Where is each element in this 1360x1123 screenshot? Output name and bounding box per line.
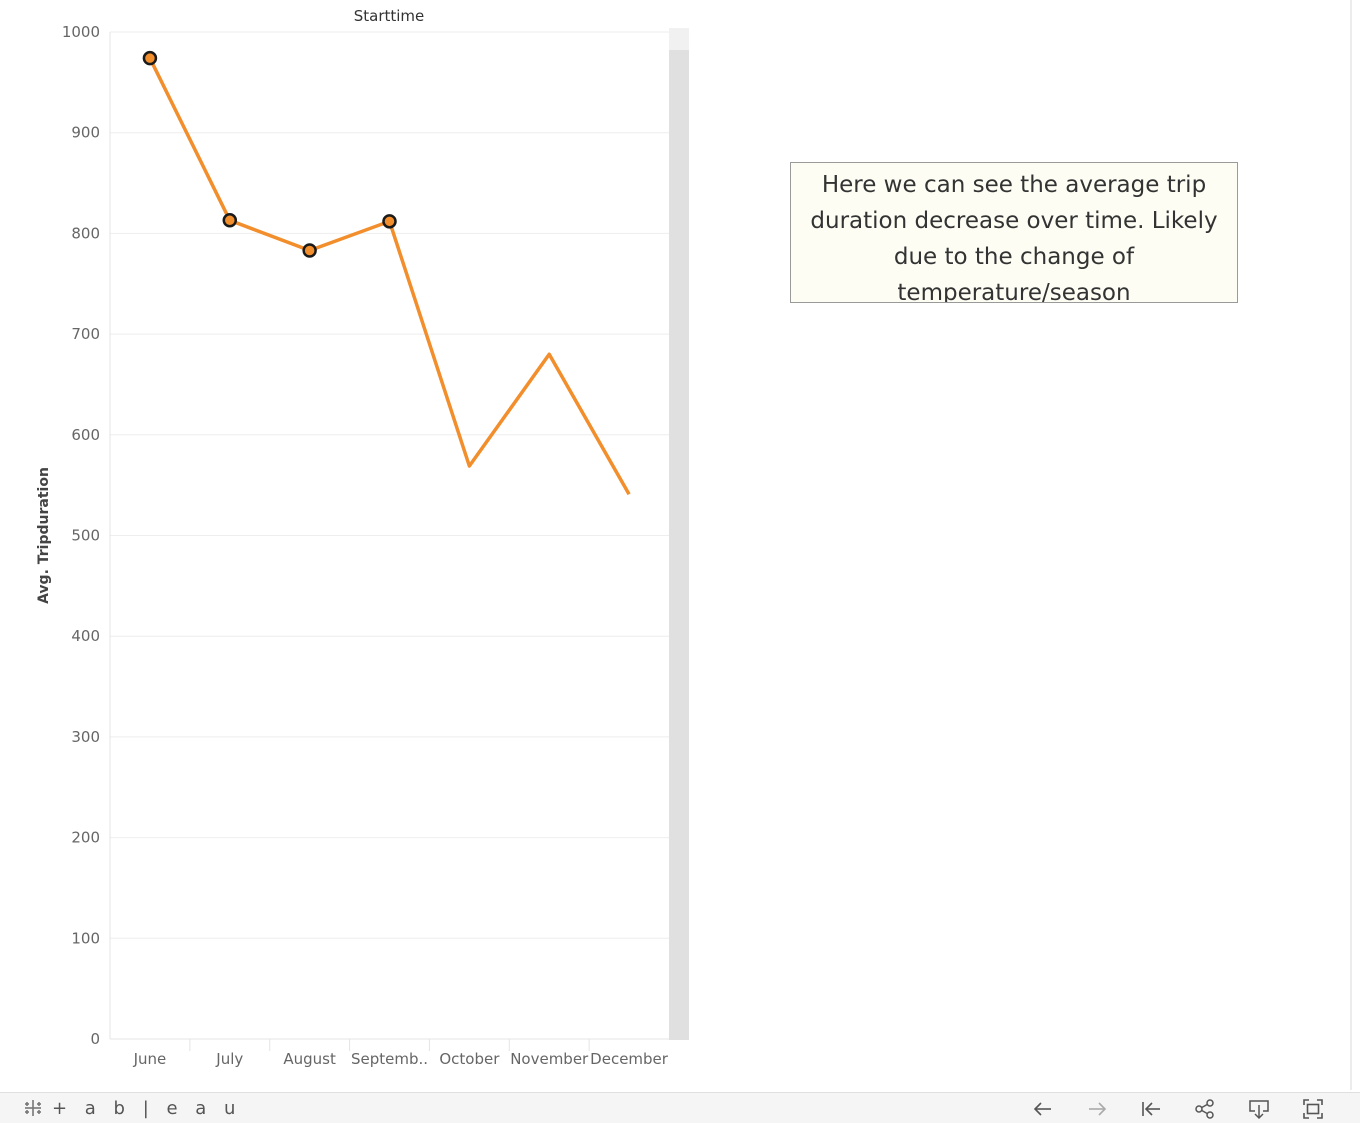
y-tick-label: 500 bbox=[71, 527, 100, 545]
y-axis-title: Avg. Tripduration bbox=[36, 467, 52, 604]
fullscreen-icon bbox=[1303, 1099, 1323, 1119]
series bbox=[148, 57, 631, 496]
tableau-icon bbox=[25, 1100, 41, 1116]
chart: Starttime 0 100 200 300 400 500 600 700 800 900 10… bbox=[36, 7, 689, 1068]
y-tick-label: 1000 bbox=[62, 23, 100, 41]
x-tick-label: August bbox=[283, 1050, 336, 1068]
fullscreen-button[interactable] bbox=[1286, 1096, 1340, 1122]
share-icon bbox=[1195, 1099, 1214, 1119]
redo-button[interactable] bbox=[1070, 1096, 1124, 1122]
y-tick-label: 600 bbox=[71, 426, 100, 444]
panel-divider bbox=[1350, 0, 1352, 1090]
view-toolbar bbox=[1016, 1096, 1340, 1122]
annotation-text: Here we can see the average trip duratio… bbox=[810, 172, 1218, 303]
share-button[interactable] bbox=[1178, 1096, 1232, 1122]
x-tick-labels: June July August Septemb.. October November De… bbox=[133, 1039, 669, 1068]
download-button[interactable] bbox=[1232, 1096, 1286, 1122]
revert-icon bbox=[1142, 1102, 1160, 1116]
footer-toolbar: + a b | e a u bbox=[0, 1092, 1360, 1123]
revert-button[interactable] bbox=[1124, 1096, 1178, 1122]
x-tick-label: Septemb.. bbox=[351, 1050, 428, 1068]
y-tick-label: 100 bbox=[71, 929, 100, 947]
arrow-right-icon bbox=[1089, 1102, 1107, 1116]
y-tick-label: 300 bbox=[71, 728, 100, 746]
tableau-wordmark: + a b | e a u bbox=[52, 1097, 242, 1119]
annotation-box: Here we can see the average trip duratio… bbox=[790, 162, 1238, 303]
y-tick-labels: 0 100 200 300 400 500 600 700 800 900 1000 bbox=[62, 23, 100, 1048]
gridlines bbox=[109, 31, 669, 1040]
x-tick-label: December bbox=[590, 1050, 669, 1068]
y-tick-label: 0 bbox=[90, 1030, 100, 1048]
data-point[interactable] bbox=[302, 243, 317, 258]
x-tick-label: June bbox=[133, 1050, 167, 1068]
y-tick-label: 800 bbox=[71, 224, 100, 242]
y-tick-label: 400 bbox=[71, 627, 100, 645]
data-point[interactable] bbox=[382, 214, 397, 229]
x-tick-label: October bbox=[439, 1050, 500, 1068]
y-tick-label: 700 bbox=[71, 325, 100, 343]
header-title: Starttime bbox=[354, 7, 425, 25]
undo-button[interactable] bbox=[1016, 1096, 1070, 1122]
series-line[interactable] bbox=[148, 57, 631, 496]
y-tick-label: 900 bbox=[71, 124, 100, 142]
x-tick-label: July bbox=[215, 1050, 243, 1068]
tableau-logo[interactable]: + a b | e a u bbox=[22, 1097, 241, 1119]
x-tick-label: November bbox=[510, 1050, 589, 1068]
data-point[interactable] bbox=[142, 50, 158, 66]
scrollbar-thumb[interactable] bbox=[669, 50, 689, 1040]
arrow-left-icon bbox=[1033, 1102, 1051, 1116]
y-tick-label: 200 bbox=[71, 829, 100, 847]
markers bbox=[142, 50, 397, 258]
download-icon bbox=[1249, 1100, 1269, 1120]
data-point[interactable] bbox=[222, 213, 238, 228]
